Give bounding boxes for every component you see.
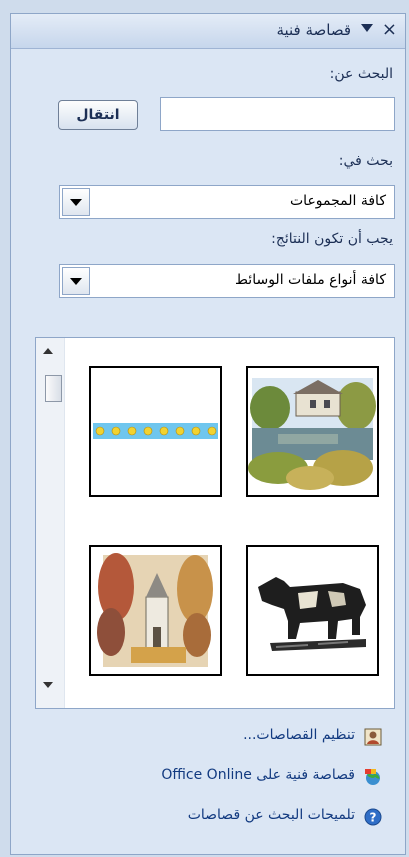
office-online-link[interactable]: قصاصة فنية على Office Online <box>161 767 381 785</box>
help-icon: ? <box>364 808 382 826</box>
organize-clips-icon <box>364 728 382 746</box>
svg-text:?: ? <box>370 811 377 825</box>
church-trees-clipart-icon <box>91 547 220 674</box>
clipart-thumbnail-church-trees[interactable] <box>89 545 222 676</box>
search-in-label: بحث في: <box>338 153 393 169</box>
search-tips-label: تلميحات البحث عن قصاصات <box>187 807 355 823</box>
search-in-dropdown-arrow-icon[interactable] <box>62 188 90 216</box>
clipart-thumbnail-dotted-border[interactable] <box>89 366 222 497</box>
task-pane-title-bar: × قصاصة فنية <box>11 14 405 49</box>
clipart-thumbnail-lake-house[interactable] <box>246 366 379 497</box>
scroll-up-arrow-icon[interactable] <box>43 348 53 354</box>
office-online-label: قصاصة فنية على Office Online <box>161 767 355 783</box>
search-in-select[interactable]: كافة المجموعات <box>59 185 395 219</box>
go-button[interactable]: انتقال <box>58 100 138 130</box>
organize-clips-label: تنظيم القصاصات... <box>243 727 355 743</box>
globe-icon <box>365 769 380 785</box>
search-in-value: كافة المجموعات <box>290 193 386 209</box>
results-type-dropdown-arrow-icon[interactable] <box>62 267 90 295</box>
search-input[interactable] <box>160 97 395 131</box>
pane-menu-dropdown-icon[interactable] <box>361 24 373 32</box>
scroll-thumb[interactable] <box>45 375 62 402</box>
pane-title: قصاصة فنية <box>276 21 351 39</box>
results-type-label: يجب أن تكون النتائج: <box>271 231 393 247</box>
close-icon[interactable]: × <box>382 20 397 40</box>
clip-art-task-pane: × قصاصة فنية البحث عن: انتقال بحث في: كا… <box>10 13 406 855</box>
results-type-value: كافة أنواع ملفات الوسائط <box>235 272 386 288</box>
results-type-select[interactable]: كافة أنواع ملفات الوسائط <box>59 264 395 298</box>
search-for-label: البحث عن: <box>329 66 393 82</box>
lake-house-clipart-icon <box>248 368 377 495</box>
organize-clips-link[interactable]: تنظيم القصاصات... <box>243 727 382 746</box>
search-tips-link[interactable]: تلميحات البحث عن قصاصات ? <box>187 807 382 826</box>
results-scrollbar[interactable] <box>36 338 65 708</box>
dotted-border-clipart-icon <box>93 423 218 439</box>
cow-clipart-icon <box>248 547 377 674</box>
scroll-down-arrow-icon[interactable] <box>43 682 53 688</box>
clipart-thumbnail-cow[interactable] <box>246 545 379 676</box>
clipart-results-grid <box>35 337 395 709</box>
